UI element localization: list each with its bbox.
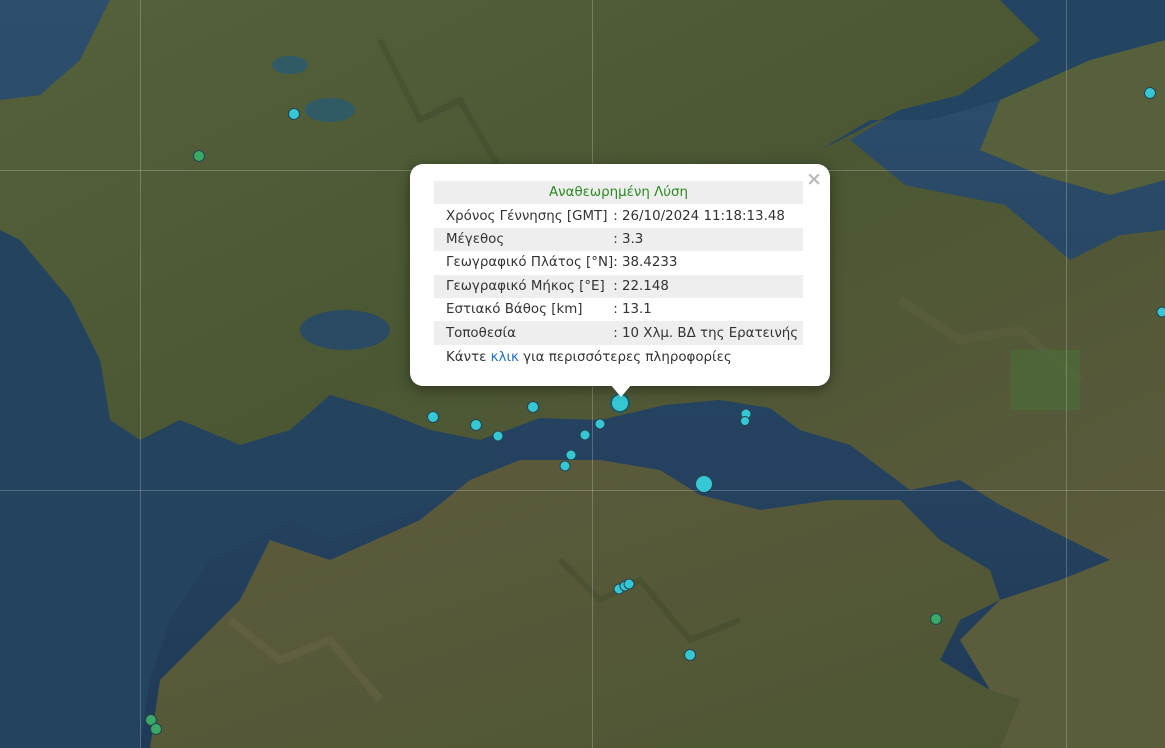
earthquake-marker[interactable] (1156, 306, 1165, 318)
detail-value: : 38.4233 (613, 255, 678, 271)
earthquake-marker[interactable] (930, 613, 942, 625)
detail-label: Γεωγραφικό Μήκος [°E] (434, 274, 614, 298)
earthquake-marker[interactable] (559, 460, 571, 472)
grid-line (140, 0, 141, 748)
detail-label: Μέγεθος (434, 227, 614, 252)
grid-line (0, 490, 1165, 491)
detail-label: Τοποθεσία (434, 321, 614, 345)
earthquake-marker[interactable] (684, 649, 696, 661)
earthquake-marker[interactable] (527, 401, 539, 413)
popup-title: Αναθεωρημένη Λύση (434, 181, 803, 205)
detail-row-longitude: Γεωγραφικό Μήκος [°E] : 22.148 (434, 274, 803, 298)
earthquake-marker[interactable] (150, 723, 162, 735)
detail-label: Εστιακό Βάθος [km] (446, 302, 583, 318)
detail-value: : 26/10/2024 11:18:13.48 (613, 208, 785, 224)
detail-row-latitude: Γεωγραφικό Πλάτος [°N] : 38.4233 (434, 251, 803, 274)
earthquake-marker[interactable] (623, 578, 635, 590)
earthquake-marker[interactable] (288, 108, 300, 120)
more-info-prefix: Κάντε (446, 350, 487, 365)
earthquake-marker[interactable] (565, 449, 577, 461)
more-info-text: Κάντε κλικ για περισσότερες πληροφορίες (446, 350, 732, 365)
earthquake-marker[interactable] (1144, 87, 1156, 99)
detail-row-origin-time: Χρόνος Γέννησης [GMT] : 26/10/2024 11:18… (434, 204, 803, 227)
earthquake-marker[interactable] (579, 429, 591, 441)
detail-row-location: Τοποθεσία : 10 Χλμ. ΒΔ της Ερατεινής (434, 321, 803, 345)
earthquake-marker[interactable] (470, 419, 482, 431)
event-details-table: Αναθεωρημένη Λύση Χρόνος Γέννησης [GMT] … (434, 181, 803, 345)
detail-value: : 3.3 (613, 227, 803, 252)
detail-row-magnitude: Μέγεθος : 3.3 (434, 227, 803, 252)
earthquake-marker[interactable] (427, 411, 439, 423)
detail-value: : 22.148 (613, 274, 803, 298)
detail-label: Χρόνος Γέννησης [GMT] (446, 208, 608, 224)
detail-row-depth: Εστιακό Βάθος [km] : 13.1 (434, 298, 803, 321)
detail-label: Γεωγραφικό Πλάτος [°N] (446, 255, 614, 271)
earthquake-marker[interactable] (695, 475, 713, 493)
earthquake-marker[interactable] (594, 418, 606, 430)
popup-tip (610, 384, 632, 397)
more-info-suffix: για περισσότερες πληροφορίες (523, 350, 732, 365)
more-info-link[interactable]: κλικ (491, 350, 519, 365)
earthquake-marker[interactable] (492, 430, 504, 442)
close-icon[interactable]: × (806, 168, 822, 190)
detail-value: : 10 Χλμ. ΒΔ της Ερατεινής (613, 321, 803, 345)
earthquake-marker[interactable] (193, 150, 205, 162)
earthquake-popup: × Αναθεωρημένη Λύση Χρόνος Γέννησης [GMT… (410, 164, 830, 386)
popup-title-row: Αναθεωρημένη Λύση (434, 181, 803, 205)
grid-line (1066, 0, 1067, 748)
earthquake-marker[interactable] (740, 416, 750, 426)
detail-value: : 13.1 (613, 302, 652, 318)
